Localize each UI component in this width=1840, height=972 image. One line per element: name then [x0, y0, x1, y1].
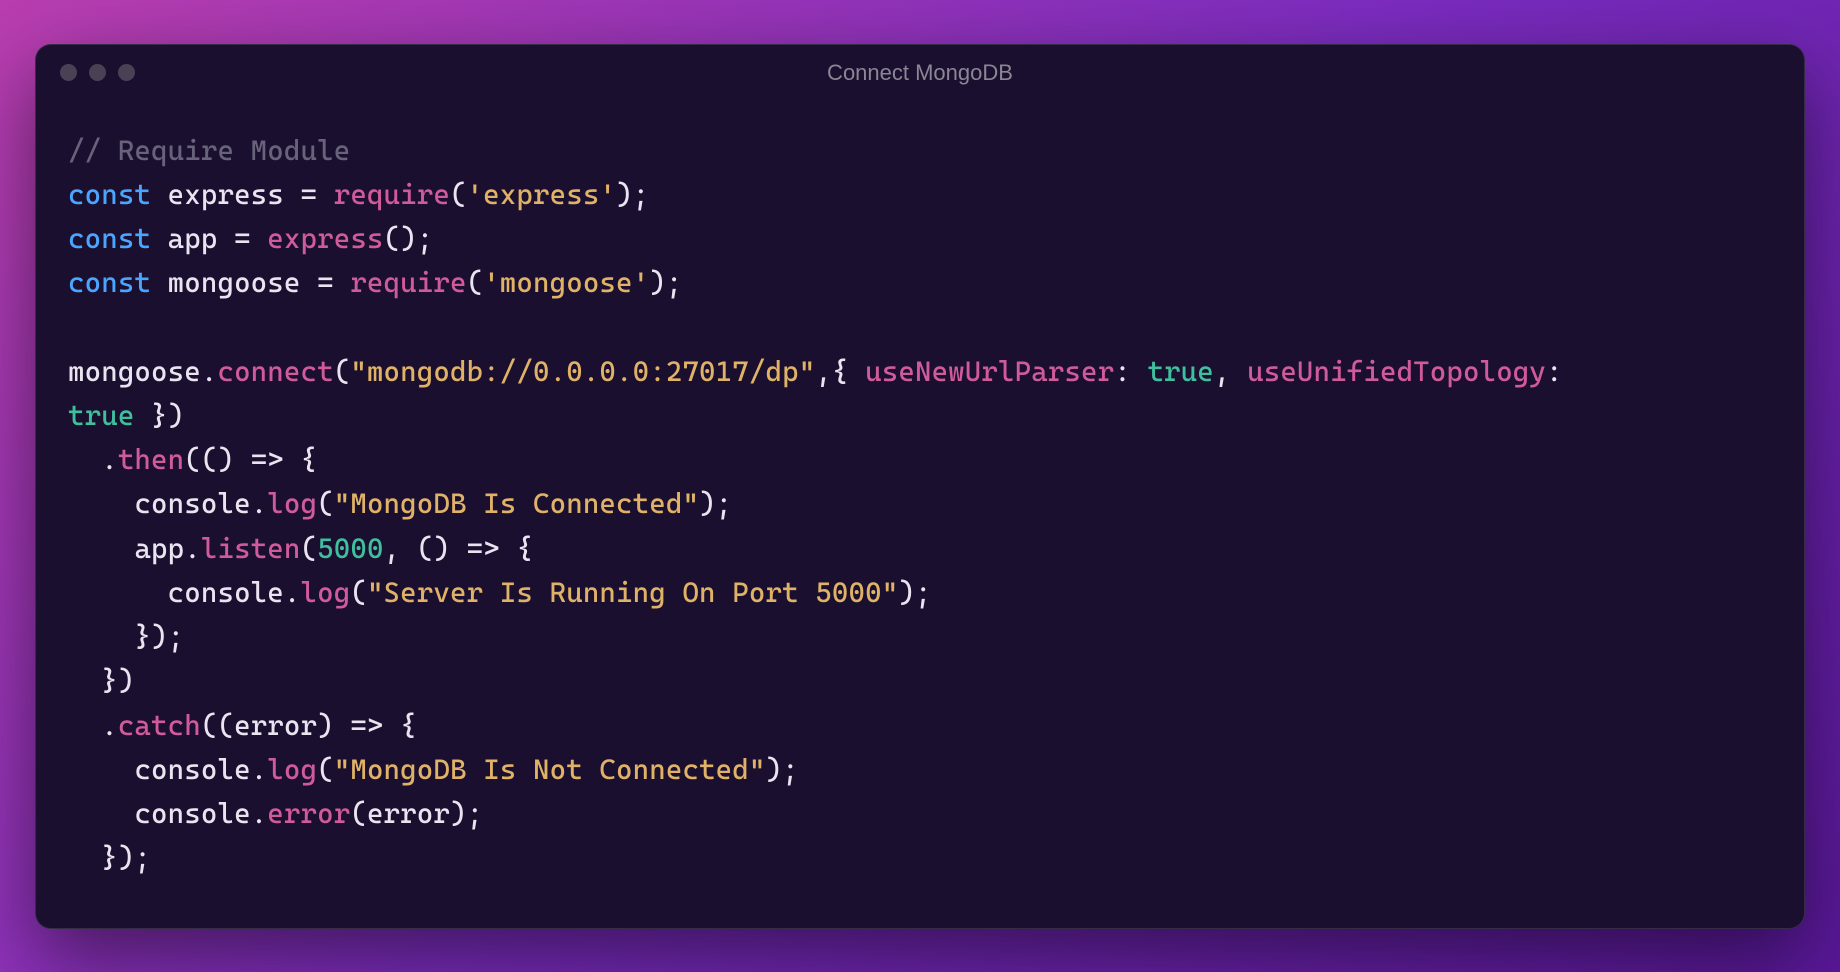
code-identifier: console [168, 576, 284, 609]
code-punct: . [251, 487, 268, 520]
code-punct: ( [301, 532, 318, 565]
code-function: log [267, 753, 317, 786]
code-punct: { [301, 443, 318, 476]
code-punct: }) [101, 664, 134, 697]
code-identifier: mongoose [168, 266, 301, 299]
code-editor[interactable]: // Require Module const express = requir… [36, 101, 1804, 928]
code-boolean: true [68, 399, 134, 432]
code-function: require [350, 266, 466, 299]
code-property: useUnifiedTopology [1247, 355, 1546, 388]
code-identifier: app [134, 532, 184, 565]
traffic-lights [60, 64, 135, 81]
code-punct: (( [201, 709, 234, 742]
code-punct: ( [317, 487, 334, 520]
code-identifier: error [367, 797, 450, 830]
code-punct: . [251, 797, 268, 830]
code-punct: ); [766, 753, 799, 786]
code-window: Connect MongoDB // Require Module const … [35, 44, 1805, 929]
code-function: log [267, 487, 317, 520]
code-arrow: => [234, 443, 300, 476]
code-punct: . [101, 709, 118, 742]
code-identifier: console [134, 753, 250, 786]
code-punct: . [184, 532, 201, 565]
code-punct: , () [384, 532, 450, 565]
code-punct: . [101, 443, 118, 476]
code-identifier: mongoose [68, 355, 201, 388]
code-boolean: true [1147, 355, 1213, 388]
code-keyword: const [68, 222, 151, 255]
window-title: Connect MongoDB [827, 60, 1013, 86]
code-function: require [334, 178, 450, 211]
code-punct: { [516, 532, 533, 565]
code-identifier: express [168, 178, 284, 211]
code-punct: . [284, 576, 301, 609]
code-string: "mongodb://0.0.0.0:27017/dp" [350, 355, 815, 388]
code-number: 5000 [317, 532, 383, 565]
close-icon[interactable] [60, 64, 77, 81]
code-punct: ( [334, 355, 351, 388]
code-function: log [301, 576, 351, 609]
code-function: connect [217, 355, 333, 388]
window-titlebar: Connect MongoDB [36, 45, 1804, 101]
code-property: useNewUrlParser [865, 355, 1114, 388]
minimize-icon[interactable] [89, 64, 106, 81]
code-string: "MongoDB Is Not Connected" [334, 753, 766, 786]
code-punct: ,{ [815, 355, 865, 388]
code-punct: ( [350, 576, 367, 609]
code-punct: : [1114, 355, 1147, 388]
code-punct: ); [898, 576, 931, 609]
code-punct: ( [350, 797, 367, 830]
code-arrow: => [450, 532, 516, 565]
code-punct: . [201, 355, 218, 388]
code-identifier: console [134, 487, 250, 520]
code-function: error [267, 797, 350, 830]
code-string: "MongoDB Is Connected" [334, 487, 699, 520]
code-punct: ( [450, 178, 467, 211]
code-keyword: const [68, 266, 151, 299]
code-string: 'express' [467, 178, 616, 211]
code-punct: (); [384, 222, 434, 255]
code-punct: }); [134, 620, 184, 653]
code-punct: , [1214, 355, 1247, 388]
code-keyword: const [68, 178, 151, 211]
code-punct: = [284, 178, 334, 211]
code-function: catch [118, 709, 201, 742]
code-punct: ) [317, 709, 334, 742]
code-arrow: => [334, 709, 400, 742]
code-function: then [118, 443, 184, 476]
code-punct: ); [699, 487, 732, 520]
code-punct: ); [616, 178, 649, 211]
code-punct: = [301, 266, 351, 299]
code-string: "Server Is Running On Port 5000" [367, 576, 898, 609]
code-identifier: console [134, 797, 250, 830]
code-punct: ( [467, 266, 484, 299]
maximize-icon[interactable] [118, 64, 135, 81]
code-comment: // Require Module [68, 134, 350, 167]
code-punct: ); [450, 797, 483, 830]
code-punct: ); [649, 266, 682, 299]
code-punct: }) [134, 399, 184, 432]
code-function: listen [201, 532, 301, 565]
code-punct: . [251, 753, 268, 786]
code-punct: (() [184, 443, 234, 476]
code-identifier: error [234, 709, 317, 742]
code-punct: = [217, 222, 267, 255]
code-punct: { [400, 709, 417, 742]
code-punct: : [1546, 355, 1579, 388]
code-string: 'mongoose' [483, 266, 649, 299]
code-identifier: app [168, 222, 218, 255]
code-function: express [267, 222, 383, 255]
code-punct: ( [317, 753, 334, 786]
code-punct: }); [101, 841, 151, 874]
